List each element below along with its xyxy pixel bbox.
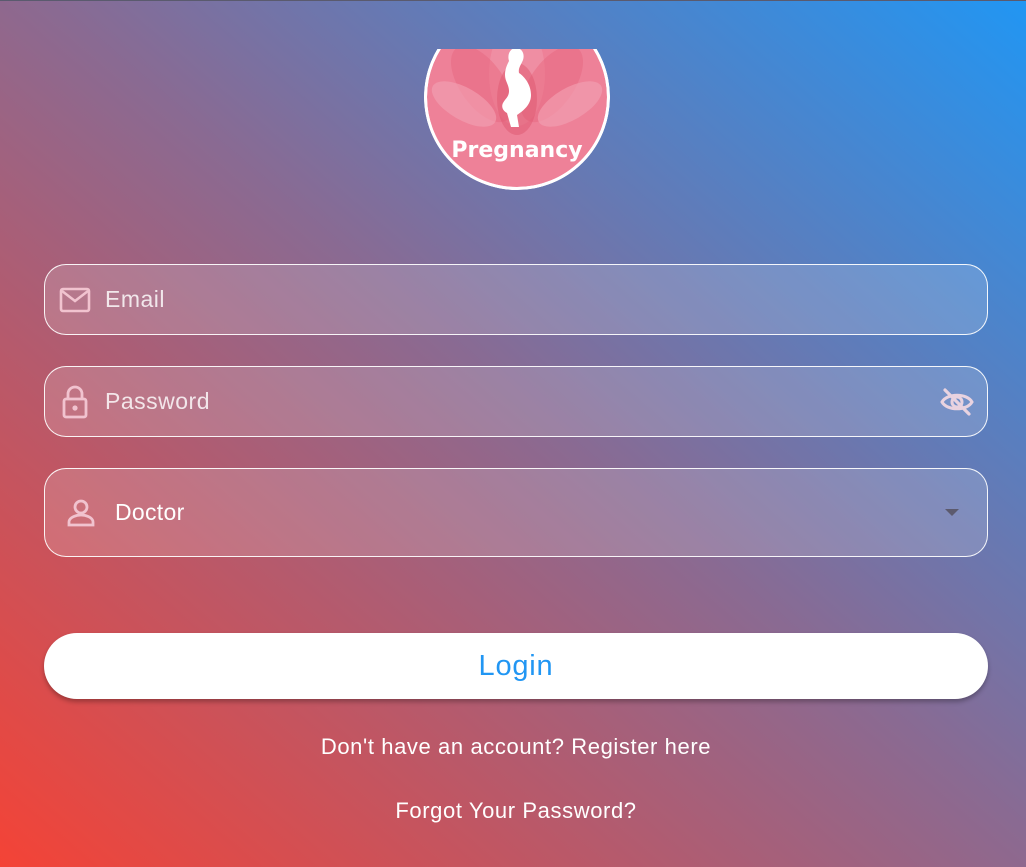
role-selected-value: Doctor [115, 499, 185, 525]
svg-text:Pregnancy: Pregnancy [451, 138, 582, 163]
mail-icon [59, 284, 91, 316]
lock-icon [59, 385, 91, 418]
chevron-down-icon[interactable] [945, 509, 959, 516]
email-field[interactable]: Email [44, 264, 988, 335]
person-icon [65, 497, 97, 529]
eye-off-icon[interactable] [939, 384, 975, 420]
top-border [0, 0, 1026, 1]
forgot-password-link[interactable]: Forgot Your Password? [0, 798, 1026, 824]
register-link[interactable]: Don't have an account? Register here [0, 734, 1026, 760]
password-field[interactable]: Password [44, 366, 988, 437]
app-logo: Pregnancy [424, 49, 610, 190]
login-button[interactable]: Login [44, 633, 988, 699]
password-placeholder: Password [105, 388, 210, 414]
email-placeholder: Email [105, 286, 166, 312]
role-dropdown[interactable]: Doctor [44, 468, 988, 557]
